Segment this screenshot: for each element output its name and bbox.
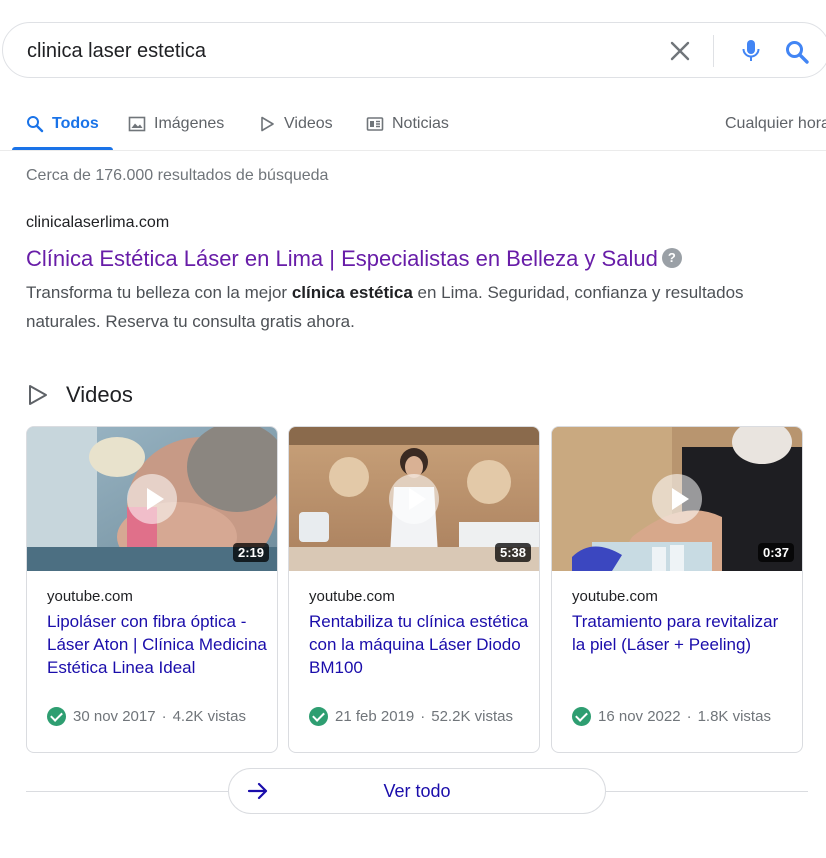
help-icon[interactable]: ? <box>661 248 682 269</box>
tab-label: Imágenes <box>154 115 225 132</box>
video-title[interactable]: Tratamiento para revitalizar la piel (Lá… <box>572 610 792 656</box>
video-source: youtube.com <box>572 588 658 605</box>
search-input[interactable]: clinica laser estetica <box>27 40 206 63</box>
video-source: youtube.com <box>47 588 133 605</box>
video-thumbnail: 5:38 <box>289 427 539 571</box>
verified-check-icon <box>47 707 66 726</box>
video-thumbnail: 2:19 <box>27 427 277 571</box>
result-stats: Cerca de 176.000 resultados de búsqueda <box>26 167 329 184</box>
meta-separator: · <box>686 708 692 725</box>
search-bar[interactable]: clinica laser estetica <box>2 22 826 78</box>
see-all-button[interactable]: Ver todo <box>228 768 606 814</box>
tab-noticias[interactable]: Noticias <box>366 114 449 150</box>
video-meta: 30 nov 2017 · 4.2K vistas <box>47 707 246 726</box>
result-title: Clínica Estética Láser en Lima | Especia… <box>26 246 658 271</box>
time-filter-dropdown[interactable]: Cualquier hora <box>725 114 826 134</box>
video-card[interactable]: 2:19 youtube.com Lipoláser con fibra ópt… <box>26 426 278 753</box>
tab-label: Noticias <box>392 115 449 132</box>
play-button[interactable] <box>652 474 702 524</box>
video-duration: 0:37 <box>757 543 794 562</box>
video-thumbnail: 0:37 <box>552 427 802 571</box>
video-duration: 2:19 <box>232 543 269 562</box>
video-views: 52.2K vistas <box>431 708 513 725</box>
video-title[interactable]: Rentabiliza tu clínica estética con la m… <box>309 610 529 679</box>
search-tabs: Todos Imágenes Videos Noticias Cualquier… <box>0 100 826 151</box>
play-button[interactable] <box>127 474 177 524</box>
video-date: 30 nov 2017 <box>73 708 156 725</box>
result-snippet: Transforma tu belleza con la mejor clíni… <box>26 278 786 336</box>
tab-todos[interactable]: Todos <box>12 114 113 150</box>
video-meta: 16 nov 2022 · 1.8K vistas <box>572 707 771 726</box>
see-all-label: Ver todo <box>383 781 451 801</box>
tab-label: Todos <box>52 115 99 132</box>
videos-heading: Videos <box>26 380 133 410</box>
meta-separator: · <box>161 708 167 725</box>
video-views: 1.8K vistas <box>697 708 771 725</box>
tab-label: Videos <box>284 115 333 132</box>
microphone-icon[interactable] <box>739 38 763 64</box>
meta-separator: · <box>420 708 426 725</box>
tab-imagenes[interactable]: Imágenes <box>128 114 224 150</box>
video-duration: 5:38 <box>494 543 531 562</box>
tab-videos[interactable]: Videos <box>258 114 333 150</box>
result-title-link[interactable]: Clínica Estética Láser en Lima | Especia… <box>26 245 682 273</box>
snippet-highlight: clínica estética <box>291 283 413 302</box>
video-card[interactable]: 0:37 youtube.com Tratamiento para revita… <box>551 426 803 753</box>
videos-title: Videos <box>66 382 133 407</box>
snippet-text: Transforma tu belleza con la mejor <box>26 283 292 302</box>
video-title[interactable]: Lipoláser con fibra óptica - Láser Aton … <box>47 610 267 679</box>
close-icon[interactable] <box>669 40 691 62</box>
play-icon <box>261 116 274 132</box>
play-icon <box>29 385 47 405</box>
play-button[interactable] <box>389 474 439 524</box>
video-card[interactable]: 5:38 youtube.com Rentabiliza tu clínica … <box>288 426 540 753</box>
search-divider <box>713 35 714 67</box>
video-source: youtube.com <box>309 588 395 605</box>
search-icon[interactable] <box>784 39 810 65</box>
image-icon <box>128 116 146 132</box>
result-url[interactable]: clinicalaserlima.com <box>26 214 169 232</box>
news-icon <box>366 117 384 131</box>
search-icon <box>27 116 44 133</box>
video-date: 21 feb 2019 <box>335 708 415 725</box>
video-date: 16 nov 2022 <box>598 708 681 725</box>
verified-check-icon <box>572 707 591 726</box>
video-meta: 21 feb 2019 · 52.2K vistas <box>309 707 513 726</box>
video-views: 4.2K vistas <box>172 708 246 725</box>
verified-check-icon <box>309 707 328 726</box>
